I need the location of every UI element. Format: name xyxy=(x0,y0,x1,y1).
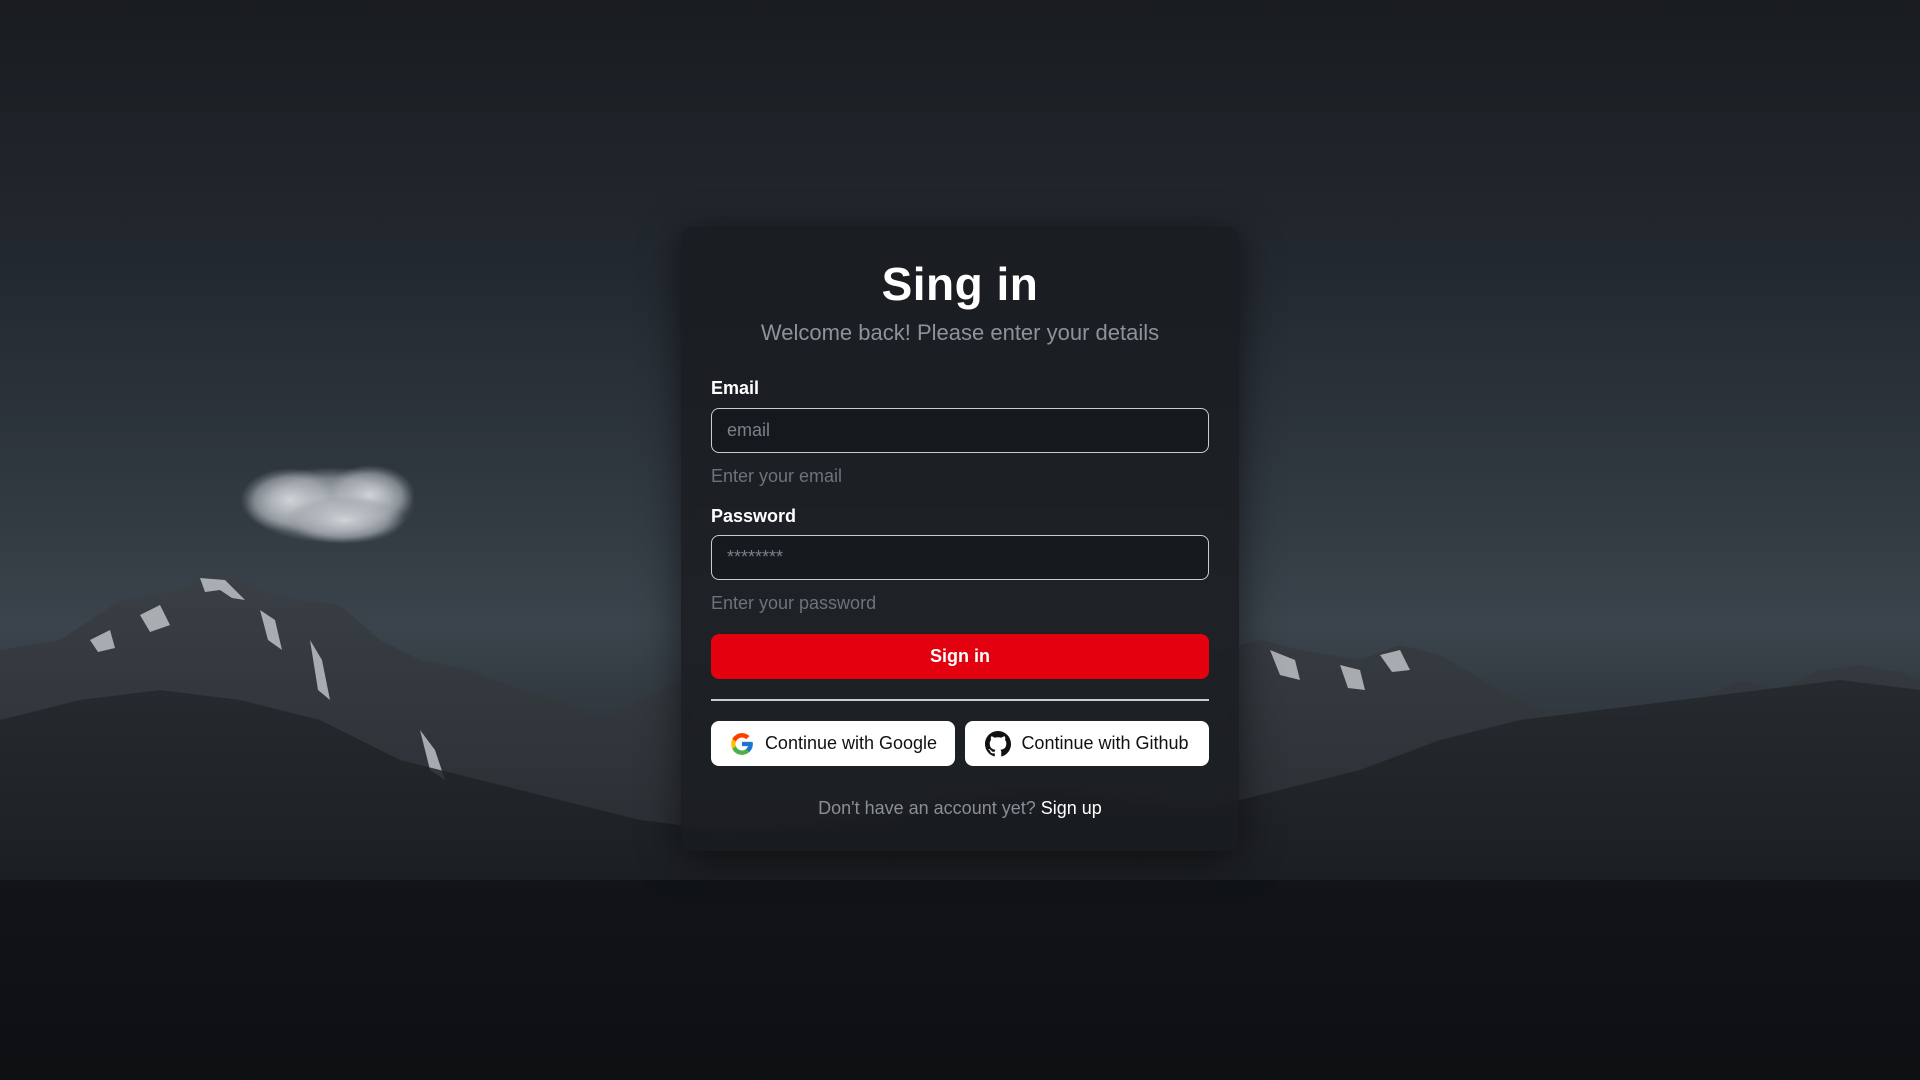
password-field[interactable] xyxy=(711,535,1209,580)
page-title: Sing in xyxy=(881,258,1039,310)
email-field[interactable] xyxy=(711,408,1209,453)
github-icon xyxy=(985,730,1012,757)
email-hint: Enter your email xyxy=(711,466,843,486)
password-hint: Enter your password xyxy=(711,593,877,613)
signup-link[interactable]: Sign up xyxy=(1041,798,1102,818)
github-button-label: Continue with Github xyxy=(1021,733,1189,753)
signup-prompt: Don't have an account yet? Sign up xyxy=(681,798,1239,819)
signin-card: Sing in Welcome back! Please enter your … xyxy=(681,227,1239,851)
page-subtitle: Welcome back! Please enter your details xyxy=(760,320,1160,345)
password-label: Password xyxy=(711,506,797,526)
signup-prompt-text: Don't have an account yet? xyxy=(818,798,1036,818)
google-button-label: Continue with Google xyxy=(764,733,938,753)
signin-button[interactable]: Sign in xyxy=(711,634,1209,679)
divider xyxy=(711,699,1209,701)
continue-with-github-button[interactable]: Continue with Github xyxy=(965,721,1209,766)
google-icon xyxy=(729,731,755,757)
email-label: Email xyxy=(711,378,760,398)
continue-with-google-button[interactable]: Continue with Google xyxy=(711,721,955,766)
cloud xyxy=(240,465,415,544)
